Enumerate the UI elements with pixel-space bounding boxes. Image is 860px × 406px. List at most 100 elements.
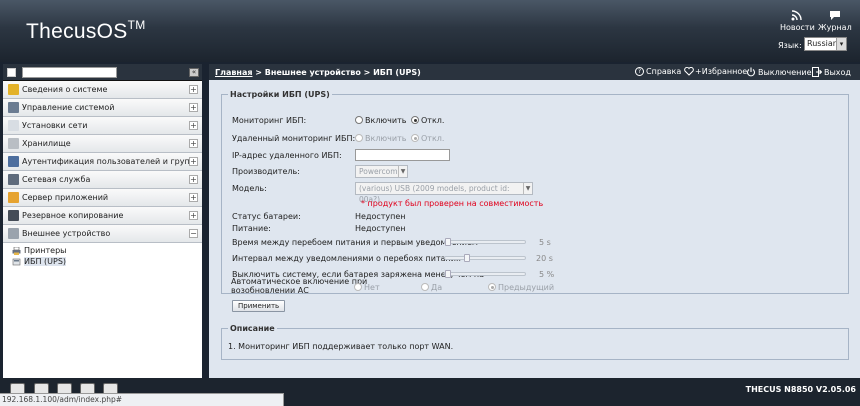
sidebar-item[interactable]: Сведения о системе + (3, 81, 202, 99)
browser-status-url: 192.168.1.100/adm/index.php# (0, 393, 284, 406)
help-icon: ? (635, 67, 644, 76)
slider-handle[interactable] (463, 254, 470, 262)
sidebar-category-icon (8, 210, 19, 221)
remote-monitoring-on-radio[interactable]: Включить (355, 134, 406, 143)
expand-icon[interactable]: + (189, 157, 198, 166)
radio-icon (355, 116, 363, 124)
interval-label: Интервал между уведомлениями о перебоях … (232, 254, 461, 263)
auto-on-no-radio[interactable]: Нет (354, 283, 380, 292)
sidebar-search-input[interactable] (22, 67, 117, 78)
sidebar-item[interactable]: Сетевая служба + (3, 171, 202, 189)
ups-monitoring-on-radio[interactable]: Включить (355, 116, 406, 125)
logo-text: ThecusOS (26, 20, 128, 43)
radio-label: Откл. (421, 134, 445, 143)
breadcrumb-home-link[interactable]: Главная (215, 68, 252, 77)
sidebar-item[interactable]: Сервер приложений + (3, 189, 202, 207)
sidebar-item[interactable]: Хранилище + (3, 135, 202, 153)
expand-icon[interactable]: + (189, 175, 198, 184)
favorites-button[interactable]: +Избранное (684, 67, 747, 76)
sidebar-item-label: Внешнее устройство (22, 229, 111, 238)
description-text: 1. Мониторинг ИБП поддерживает только по… (228, 342, 454, 351)
radio-icon (488, 283, 496, 291)
auto-on-previous-radio[interactable]: Предыдущий (488, 283, 554, 292)
compatibility-warning: * продукт был проверен на совместимость (361, 199, 544, 208)
thecus-logo: ThecusOSTM (26, 18, 146, 44)
content-area: Настройки ИБП (UPS) Мониторинг ИБП: Вклю… (221, 88, 849, 360)
expand-icon[interactable]: + (189, 193, 198, 202)
expand-icon[interactable]: + (189, 103, 198, 112)
news-button[interactable]: Новости (780, 10, 815, 32)
sidebar-item[interactable]: Управление системой + (3, 99, 202, 117)
auto-on-yes-radio[interactable]: Да (421, 283, 442, 292)
auto-on-label-line2: возобновлении АС (231, 286, 309, 295)
logout-button[interactable]: Выход (812, 67, 851, 77)
shutdown-label: Выключение (758, 67, 812, 77)
remote-ip-input[interactable] (355, 149, 450, 161)
language-value: Russian (807, 39, 838, 48)
news-label: Новости (780, 23, 815, 32)
sidebar-category-icon (8, 174, 19, 185)
logo-tm: TM (127, 18, 146, 32)
sidebar-category-icon (8, 84, 19, 95)
ups-monitoring-off-radio[interactable]: Откл. (411, 116, 444, 125)
auto-on-label-line1: Автоматическое включение при (231, 277, 368, 286)
search-toggle-icon[interactable] (7, 68, 16, 77)
sidebar-category-icon (8, 192, 19, 203)
collapse-icon[interactable]: − (189, 229, 198, 238)
expand-icon[interactable]: + (189, 121, 198, 130)
favorites-label: +Избранное (695, 67, 748, 76)
expand-icon[interactable]: + (189, 85, 198, 94)
vendor-select[interactable]: Powercom ▼ (355, 165, 408, 178)
model-select[interactable]: (various) USB (2009 models, product id: … (355, 182, 533, 204)
help-button[interactable]: ? Справка (635, 67, 681, 76)
log-button[interactable]: Журнал (818, 10, 852, 32)
radio-icon (355, 134, 363, 142)
description-panel: Описание 1. Мониторинг ИБП поддерживает … (221, 324, 849, 360)
shutdown-threshold-slider[interactable] (444, 270, 526, 278)
shutdown-button[interactable]: Выключение (746, 67, 811, 77)
logout-label: Выход (824, 67, 851, 77)
sidebar-item[interactable]: Аутентификация пользователей и групп + (3, 153, 202, 171)
sidebar-item[interactable]: Установки сети + (3, 117, 202, 135)
sidebar-category-icon (8, 120, 19, 131)
sidebar-subitem-ups[interactable]: ИБП (UPS) (3, 256, 202, 267)
radio-icon (411, 134, 419, 142)
sidebar-subitem-printers[interactable]: Принтеры (3, 245, 202, 256)
ups-settings-panel: Настройки ИБП (UPS) Мониторинг ИБП: Вклю… (221, 90, 849, 294)
sidebar-item-label: Установки сети (22, 121, 88, 130)
sidebar: « Сведения о системе + Управление системой… (3, 64, 202, 378)
rss-icon (791, 10, 803, 21)
sidebar-item[interactable]: Внешнее устройство − (3, 225, 202, 243)
shutdown-threshold-value: 5 % (539, 270, 555, 279)
search-clear-icon[interactable]: « (189, 68, 199, 77)
sidebar-subitem-label: Принтеры (24, 246, 67, 255)
help-label: Справка (646, 67, 682, 76)
interval-slider[interactable] (444, 254, 526, 262)
apply-button[interactable]: Применить (232, 300, 286, 312)
sidebar-item-label: Аутентификация пользователей и групп (22, 157, 195, 166)
auto-on-label: Автоматическое включение при возобновлен… (231, 277, 367, 295)
chevron-down-icon: ▼ (523, 183, 532, 194)
breadcrumb-path: > Внешнее устройство > ИБП (UPS) (252, 68, 421, 77)
sidebar-category-icon (8, 102, 19, 113)
expand-icon[interactable]: + (189, 139, 198, 148)
chevron-down-icon: ▾ (836, 38, 846, 50)
first-notify-slider[interactable] (444, 238, 526, 246)
slider-handle[interactable] (445, 238, 451, 246)
sidebar-category-icon (8, 156, 19, 167)
sidebar-item[interactable]: Резервное копирование + (3, 207, 202, 225)
slider-handle[interactable] (445, 270, 451, 278)
sidebar-item-label: Сервер приложений (22, 193, 109, 202)
expand-icon[interactable]: + (189, 211, 198, 220)
ups-settings-legend: Настройки ИБП (UPS) (228, 90, 332, 99)
language-select[interactable]: Russian ▾ (804, 37, 847, 51)
power-icon (746, 67, 756, 77)
sidebar-item-label: Сведения о системе (22, 85, 108, 94)
sidebar-category-icon (8, 138, 19, 149)
remote-monitoring-off-radio[interactable]: Откл. (411, 134, 444, 143)
sidebar-menu: Сведения о системе + Управление системой + У… (3, 81, 202, 243)
app-header: ThecusOSTM Новости Журнал Язык: Russian … (0, 0, 860, 62)
remote-ip-label: IP-адрес удаленного ИБП: (232, 151, 342, 160)
sidebar-item-label: Резервное копирование (22, 211, 124, 220)
radio-label: Откл. (421, 116, 445, 125)
